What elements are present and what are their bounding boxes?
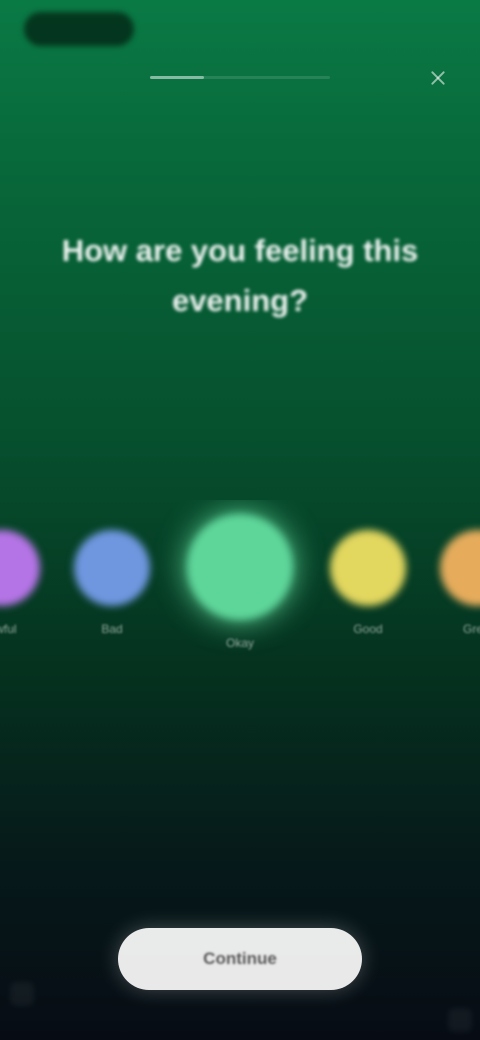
mood-circle xyxy=(187,514,293,620)
mood-option-great[interactable]: Great xyxy=(408,530,480,636)
mood-circle xyxy=(0,530,40,606)
progress-fill xyxy=(150,76,204,79)
close-button[interactable] xyxy=(420,60,456,96)
mood-circle xyxy=(440,530,480,606)
mood-carousel[interactable]: Awful Bad Okay Good Great xyxy=(0,500,480,680)
mood-option-bad[interactable]: Bad xyxy=(42,530,182,636)
question-heading: How are you feeling this evening? xyxy=(61,233,419,318)
mood-option-okay[interactable]: Okay xyxy=(170,514,310,650)
progress-track xyxy=(150,76,330,79)
mood-label: Bad xyxy=(101,622,123,636)
continue-button[interactable]: Continue xyxy=(118,928,362,990)
mood-circle xyxy=(74,530,150,606)
mood-label: Okay xyxy=(225,636,254,650)
mood-circle xyxy=(330,530,406,606)
mood-label: Great xyxy=(462,622,480,636)
close-icon xyxy=(430,70,446,86)
corner-mark-right xyxy=(448,1008,472,1032)
mood-label: Awful xyxy=(0,622,17,636)
status-pill xyxy=(24,12,134,46)
continue-label: Continue xyxy=(203,949,277,968)
mood-label: Good xyxy=(353,622,383,636)
top-nav xyxy=(0,56,480,100)
corner-mark-left xyxy=(10,982,34,1006)
